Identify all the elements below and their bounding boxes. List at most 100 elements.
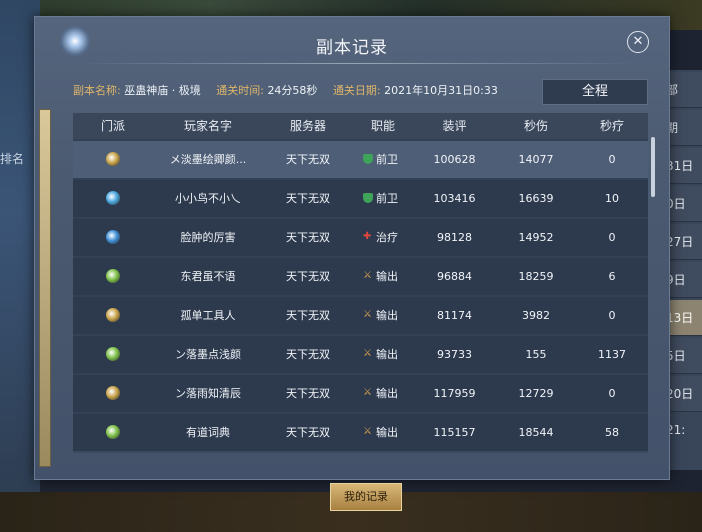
sect-emblem-icon — [106, 347, 120, 361]
role-label: 前卫 — [376, 192, 398, 205]
gear-score-cell: 98128 — [437, 231, 472, 244]
role-label: 输出 — [376, 309, 398, 322]
tab-all-stages[interactable]: 全程 — [542, 79, 648, 105]
hps-cell: 58 — [605, 426, 619, 439]
table-row[interactable]: 有道词典 天下无双 ⚔ 输出 115157 18544 58 — [73, 412, 648, 451]
role-label: 输出 — [376, 426, 398, 439]
player-name-cell: 东君虽不语 — [180, 270, 236, 283]
table-row[interactable]: 东君虽不语 天下无双 ⚔ 输出 96884 18259 6 — [73, 256, 648, 295]
dps-cell: 16639 — [518, 192, 554, 205]
left-scroll-decoration — [39, 109, 51, 467]
gear-score-cell: 115157 — [433, 426, 476, 439]
server-cell: 天下无双 — [286, 309, 330, 322]
hps-cell: 0 — [608, 153, 616, 166]
role-cell: ⚔ 输出 — [353, 297, 413, 334]
hps-cell: 0 — [608, 387, 616, 400]
server-cell: 天下无双 — [286, 387, 330, 400]
sword-icon: ⚔ — [363, 387, 372, 398]
role-label: 输出 — [376, 348, 398, 361]
sect-emblem-icon — [106, 425, 120, 439]
header-role: 职能 — [370, 119, 395, 133]
header-dps: 秒伤 — [523, 119, 548, 133]
server-cell: 天下无双 — [286, 348, 330, 361]
role-label: 输出 — [376, 270, 398, 283]
table-row[interactable]: 孤单工具人 天下无双 ⚔ 输出 81174 3982 0 — [73, 295, 648, 334]
sect-cell — [73, 219, 153, 256]
clear-date-label: 通关日期: — [332, 84, 381, 97]
dps-cell: 18544 — [518, 426, 554, 439]
hps-cell: 0 — [608, 309, 616, 322]
player-name-cell: 孤单工具人 — [180, 309, 236, 322]
dps-cell: 14952 — [518, 231, 554, 244]
sect-cell — [73, 180, 153, 217]
dps-cell: 155 — [525, 348, 547, 361]
sect-emblem-icon — [106, 308, 120, 322]
header-gear-score: 装评 — [442, 119, 467, 133]
hps-cell: 1137 — [598, 348, 626, 361]
role-cell: ⚔ 输出 — [353, 375, 413, 412]
role-cell: 前卫 — [353, 180, 413, 217]
player-name-cell: ン落墨点浅颜 — [175, 348, 241, 361]
table-header: 门派 玩家名字 服务器 职能 装评 秒伤 秒疗 — [73, 113, 648, 139]
sect-cell — [73, 414, 153, 451]
header-sect: 门派 — [100, 119, 125, 133]
gear-score-cell: 81174 — [437, 309, 472, 322]
player-name-cell: 脸肿的厉害 — [180, 231, 236, 244]
close-button[interactable]: ✕ — [627, 31, 649, 53]
sword-icon: ⚔ — [363, 348, 372, 359]
sect-cell — [73, 336, 153, 373]
gear-score-cell: 117959 — [433, 387, 476, 400]
dps-cell: 3982 — [522, 309, 550, 322]
table-body: メ淡墨绘卿颜... 天下无双 前卫 100628 14077 0 小小鸟不小乀 天下无双 前卫 1… — [73, 139, 648, 451]
sect-cell — [73, 375, 153, 412]
table-row[interactable]: ン落墨点浅颜 天下无双 ⚔ 输出 93733 155 1137 — [73, 334, 648, 373]
role-cell: ⚔ 输出 — [353, 414, 413, 451]
sect-emblem-icon — [106, 386, 120, 400]
server-cell: 天下无双 — [286, 426, 330, 439]
hps-cell: 10 — [605, 192, 619, 205]
table-row[interactable]: メ淡墨绘卿颜... 天下无双 前卫 100628 14077 0 — [73, 139, 648, 178]
dps-cell: 18259 — [518, 270, 554, 283]
dps-cell: 12729 — [518, 387, 554, 400]
server-cell: 天下无双 — [286, 270, 330, 283]
record-table: 门派 玩家名字 服务器 职能 装评 秒伤 秒疗 メ淡墨绘卿颜... 天下无双 前卫 1… — [73, 113, 648, 453]
player-name-cell: ン落雨知清辰 — [175, 387, 241, 400]
shield-icon — [363, 154, 373, 164]
sect-emblem-icon — [106, 191, 120, 205]
sect-emblem-icon — [106, 269, 120, 283]
dungeon-name-label: 副本名称: — [73, 84, 121, 97]
header-hps: 秒疗 — [599, 119, 624, 133]
role-label: 前卫 — [376, 153, 398, 166]
shield-icon — [363, 193, 373, 203]
dungeon-info-bar: 副本名称: 巫蛊神庙 · 极境 通关时间: 24分58秒 通关日期: 2021年… — [73, 79, 533, 103]
gear-score-cell: 100628 — [433, 153, 476, 166]
header-player-name: 玩家名字 — [183, 119, 232, 133]
hps-cell: 0 — [608, 231, 616, 244]
role-label: 输出 — [376, 387, 398, 400]
title-divider — [75, 63, 639, 64]
hps-cell: 6 — [608, 270, 616, 283]
role-cell: ✚ 治疗 — [353, 219, 413, 256]
role-cell: ⚔ 输出 — [353, 336, 413, 373]
server-cell: 天下无双 — [286, 231, 330, 244]
header-server: 服务器 — [289, 119, 326, 133]
dialog-title: 副本记录 — [316, 38, 388, 58]
side-label-rank[interactable]: 排名 — [0, 150, 24, 167]
table-row[interactable]: ン落雨知清辰 天下无双 ⚔ 输出 117959 12729 0 — [73, 373, 648, 412]
table-row[interactable]: 小小鸟不小乀 天下无双 前卫 103416 16639 10 — [73, 178, 648, 217]
table-row[interactable]: 脸肿的厉害 天下无双 ✚ 治疗 98128 14952 0 — [73, 217, 648, 256]
role-label: 治疗 — [376, 231, 398, 244]
sword-icon: ⚔ — [363, 270, 372, 281]
dungeon-record-dialog: 副本记录 ✕ 副本名称: 巫蛊神庙 · 极境 通关时间: 24分58秒 通关日期… — [34, 16, 670, 480]
gear-score-cell: 93733 — [437, 348, 472, 361]
server-cell: 天下无双 — [286, 192, 330, 205]
server-cell: 天下无双 — [286, 153, 330, 166]
clear-date-value: 2021年10月31日0:33 — [384, 84, 498, 97]
table-scrollbar[interactable] — [651, 137, 655, 197]
sword-icon: ⚔ — [363, 309, 372, 320]
sect-cell — [73, 258, 153, 295]
my-record-button[interactable]: 我的记录 — [330, 483, 402, 511]
gear-score-cell: 96884 — [437, 270, 472, 283]
dps-cell: 14077 — [518, 153, 554, 166]
player-name-cell: メ淡墨绘卿颜... — [169, 153, 247, 166]
